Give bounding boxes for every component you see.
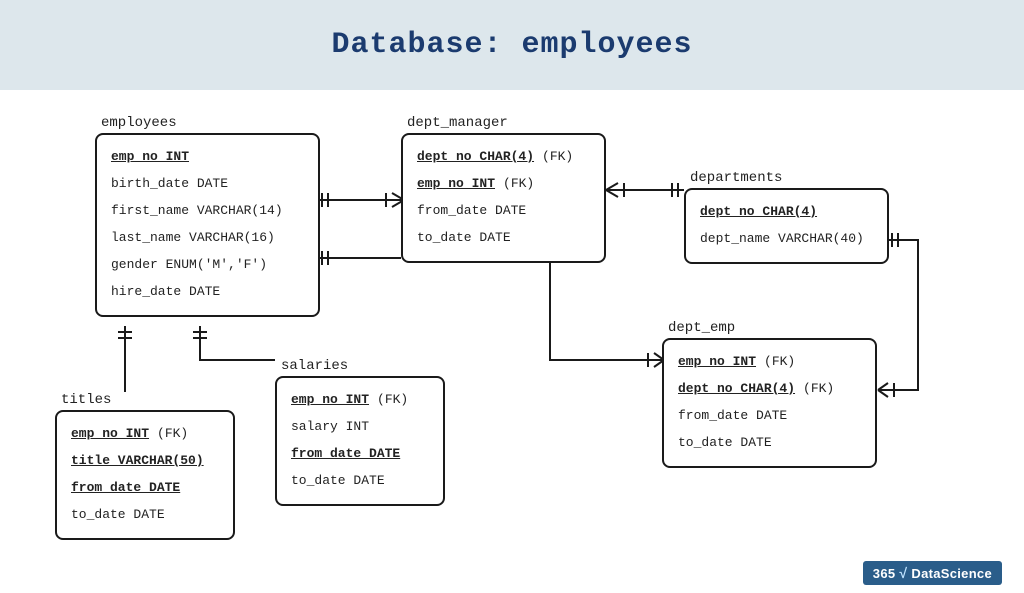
entity-employees: employees emp_no INTbirth_date DATEfirst… [95, 115, 320, 317]
entity-box: emp_no INT(FK)dept_no CHAR(4)(FK)from_da… [662, 338, 877, 468]
field-row: to_date DATE [676, 429, 863, 456]
field-row: last_name VARCHAR(16) [109, 224, 306, 251]
field-row: from_date DATE [289, 440, 431, 467]
field-row: birth_date DATE [109, 170, 306, 197]
field-row: emp_no INT(FK) [415, 170, 592, 197]
entity-box: dept_no CHAR(4)dept_name VARCHAR(40) [684, 188, 889, 264]
field-row: title VARCHAR(50) [69, 447, 221, 474]
field-row: dept_no CHAR(4)(FK) [676, 375, 863, 402]
field-row: salary INT [289, 413, 431, 440]
field-row: dept_no CHAR(4)(FK) [415, 143, 592, 170]
entity-title: employees [95, 115, 320, 133]
field-row: emp_no INT(FK) [676, 348, 863, 375]
field-row: emp_no INT [109, 143, 306, 170]
page-title: Database: employees [331, 28, 692, 62]
entity-titles: titles emp_no INT(FK)title VARCHAR(50)fr… [55, 392, 235, 540]
field-row: dept_no CHAR(4) [698, 198, 875, 225]
field-row: to_date DATE [289, 467, 431, 494]
field-row: emp_no INT(FK) [69, 420, 221, 447]
entity-salaries: salaries emp_no INT(FK)salary INTfrom_da… [275, 358, 445, 506]
brand-suffix: DataScience [911, 566, 992, 581]
entity-box: emp_no INT(FK)title VARCHAR(50)from_date… [55, 410, 235, 540]
brand-prefix: 365 [873, 566, 896, 581]
field-row: from_date DATE [415, 197, 592, 224]
entity-box: emp_no INTbirth_date DATEfirst_name VARC… [95, 133, 320, 317]
entity-dept-manager: dept_manager dept_no CHAR(4)(FK)emp_no I… [401, 115, 606, 263]
field-row: gender ENUM('M','F') [109, 251, 306, 278]
entity-title: salaries [275, 358, 445, 376]
field-row: to_date DATE [69, 501, 221, 528]
brand-badge: 365 √ DataScience [863, 561, 1002, 585]
entity-box: emp_no INT(FK)salary INTfrom_date DATEto… [275, 376, 445, 506]
field-row: to_date DATE [415, 224, 592, 251]
field-row: emp_no INT(FK) [289, 386, 431, 413]
entity-title: departments [684, 170, 889, 188]
entity-title: dept_manager [401, 115, 606, 133]
field-row: from_date DATE [676, 402, 863, 429]
field-row: first_name VARCHAR(14) [109, 197, 306, 224]
entity-dept-emp: dept_emp emp_no INT(FK)dept_no CHAR(4)(F… [662, 320, 877, 468]
page-header: Database: employees [0, 0, 1024, 90]
entity-title: dept_emp [662, 320, 877, 338]
field-row: from_date DATE [69, 474, 221, 501]
erd-canvas: employees emp_no INTbirth_date DATEfirst… [0, 90, 1024, 593]
entity-departments: departments dept_no CHAR(4)dept_name VAR… [684, 170, 889, 264]
field-row: hire_date DATE [109, 278, 306, 305]
entity-box: dept_no CHAR(4)(FK)emp_no INT(FK)from_da… [401, 133, 606, 263]
field-row: dept_name VARCHAR(40) [698, 225, 875, 252]
check-icon: √ [899, 565, 907, 581]
entity-title: titles [55, 392, 235, 410]
